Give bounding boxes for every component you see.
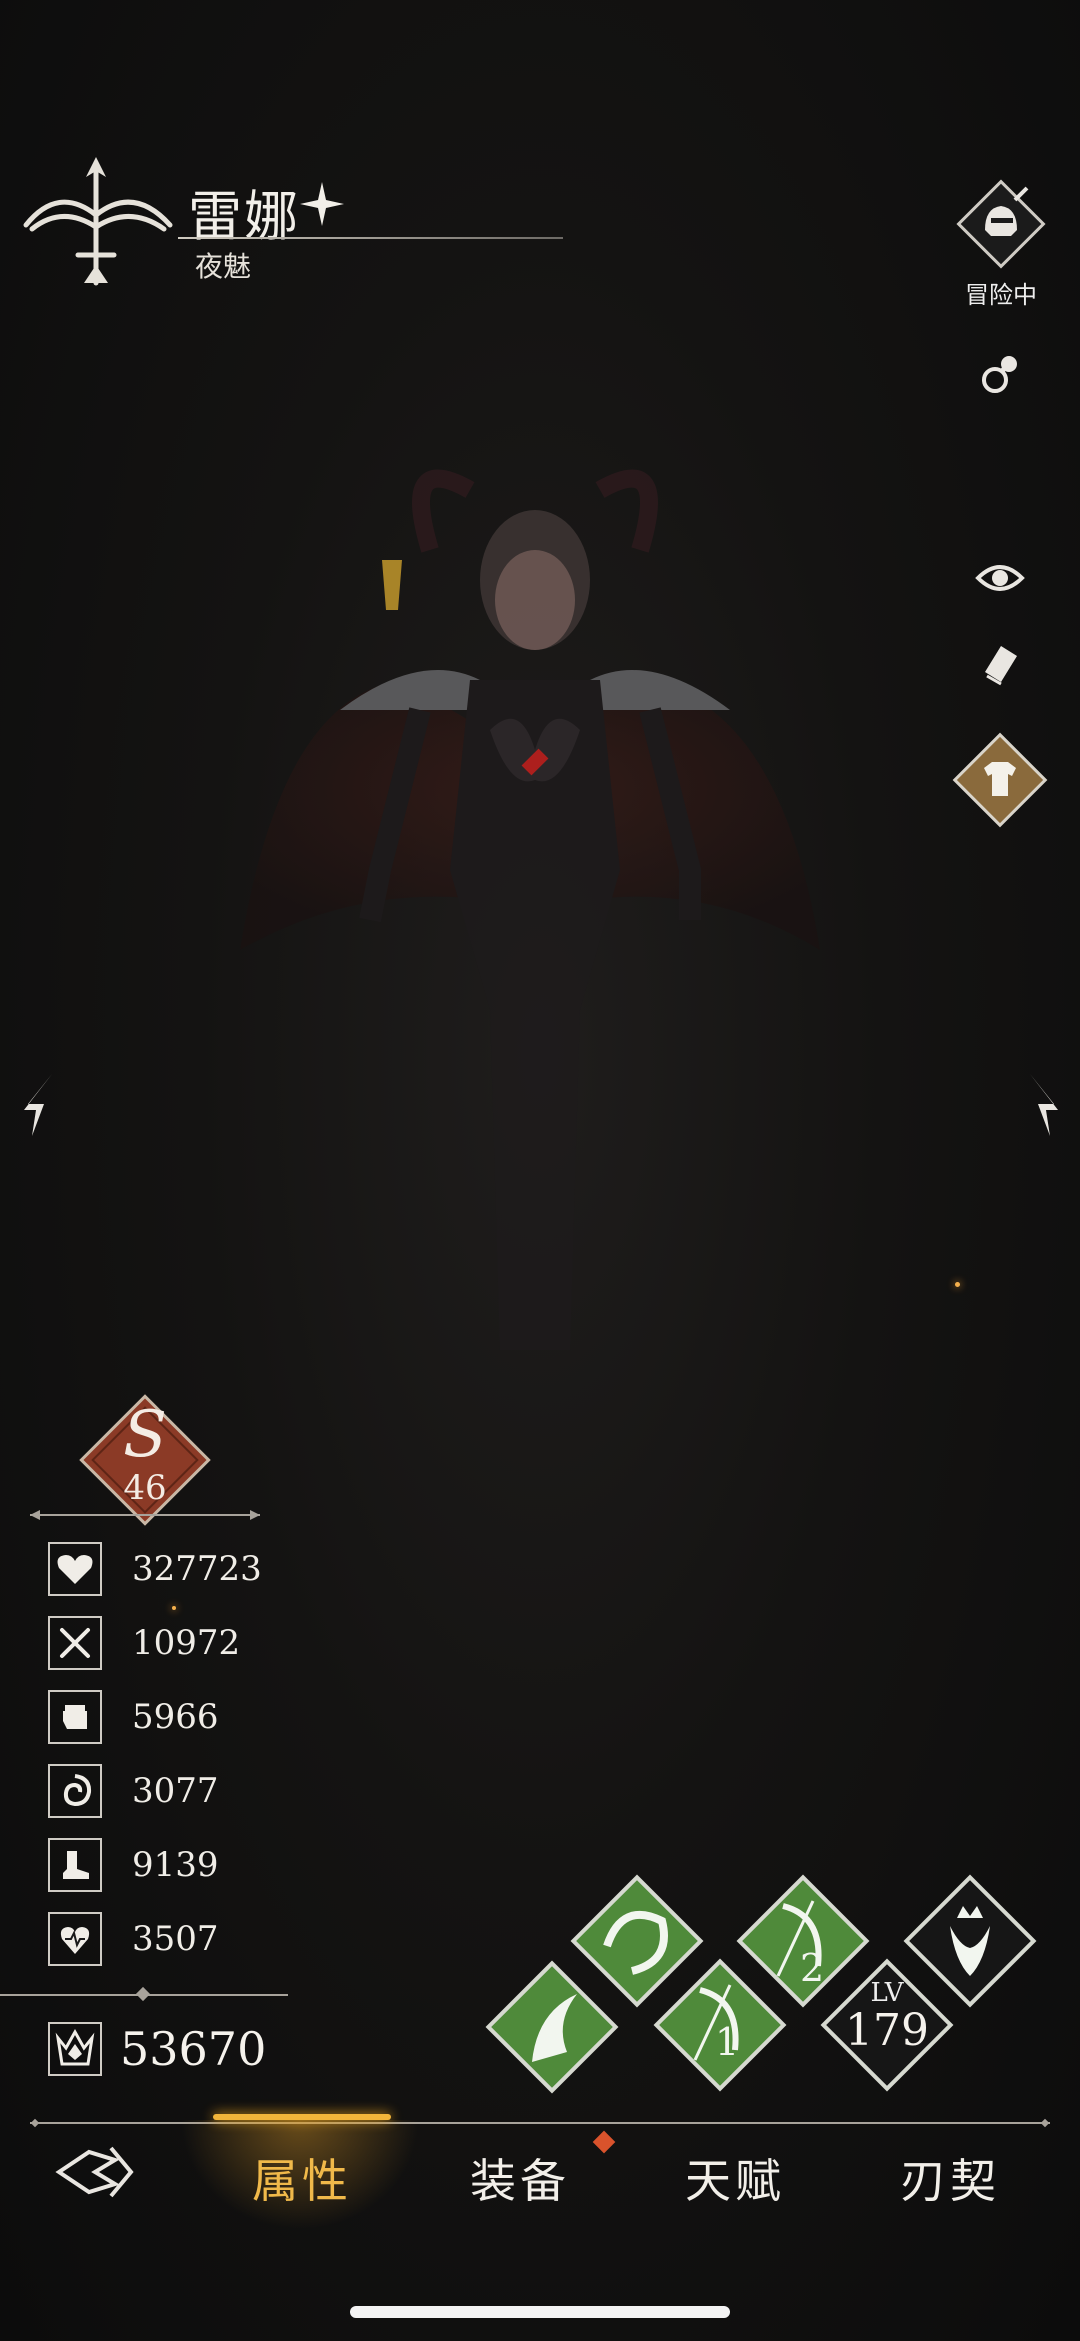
vortex-icon <box>48 1764 102 1818</box>
stat-value: 5966 <box>132 1697 219 1737</box>
pacifier-icon[interactable] <box>970 345 1030 405</box>
skill-slot-1-label: 1 <box>715 2020 740 2064</box>
character-title: 夜魅 <box>195 250 252 283</box>
rank-letter: S <box>123 1398 167 1472</box>
star-icon <box>300 182 344 226</box>
ember-particle <box>172 1606 176 1610</box>
eye-icon[interactable] <box>970 548 1030 608</box>
boot-icon <box>48 1838 102 1892</box>
character-name: 雷娜 <box>188 185 300 248</box>
tab-talents[interactable]: 天赋 <box>655 2145 815 2211</box>
name-underline <box>178 237 563 239</box>
ember-particle <box>955 1282 960 1287</box>
character-model <box>240 469 820 1350</box>
stat-row-crit: 3077 <box>48 1762 308 1820</box>
stat-row-defense: 5966 <box>48 1688 308 1746</box>
rank-ornament <box>30 1510 260 1520</box>
stat-row-attack: 10972 <box>48 1614 308 1672</box>
adventure-status-button[interactable] <box>955 178 1047 270</box>
eye-glyph-icon <box>975 565 1025 591</box>
stat-row-speed: 9139 <box>48 1836 308 1894</box>
stat-value: 10972 <box>132 1623 241 1663</box>
tab-blade-pact[interactable]: 刃契 <box>870 2145 1030 2211</box>
crossed-swords-icon <box>48 1616 102 1670</box>
stat-value: 9139 <box>132 1845 219 1885</box>
power-crown-icon <box>48 2022 102 2076</box>
combat-power: 53670 <box>48 2022 266 2076</box>
book-glyph-icon <box>985 646 1017 686</box>
crossbow-class-icon <box>23 157 173 286</box>
tab-equipment[interactable]: 装备 <box>440 2145 600 2211</box>
previous-character-arrow-icon[interactable] <box>22 1070 62 1140</box>
home-indicator[interactable] <box>350 2306 730 2318</box>
tab-attributes[interactable]: 属性 <box>222 2145 382 2211</box>
stat-row-hp: 327723 <box>48 1540 308 1598</box>
stat-value: 3507 <box>132 1919 219 1959</box>
level-value: 179 <box>845 2005 929 2056</box>
adventure-status-label: 冒险中 <box>965 281 1037 309</box>
stat-value: 3077 <box>132 1771 219 1811</box>
back-button[interactable] <box>55 2142 135 2202</box>
fist-icon <box>48 1690 102 1744</box>
book-icon[interactable] <box>970 635 1030 695</box>
outfit-button[interactable] <box>950 730 1050 830</box>
stats-divider <box>0 1986 288 2002</box>
stat-value: 327723 <box>132 1549 262 1589</box>
next-character-arrow-icon[interactable] <box>1020 1070 1060 1140</box>
heart-icon <box>48 1542 102 1596</box>
active-tab-indicator <box>213 2114 391 2120</box>
stat-row-heal: 3507 <box>48 1910 308 1968</box>
pacifier-glyph-icon <box>982 356 1017 393</box>
heart-pulse-icon <box>48 1912 102 1966</box>
level-label: LV <box>870 1978 904 2008</box>
combat-power-value: 53670 <box>120 2022 267 2076</box>
